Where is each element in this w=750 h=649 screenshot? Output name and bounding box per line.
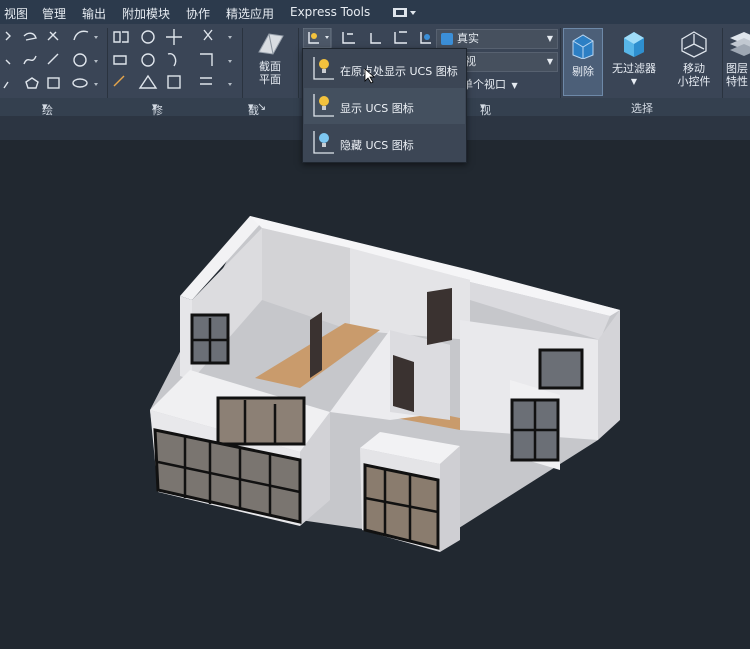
ucs-show-bulb-icon xyxy=(313,94,334,117)
menu-item-hide-ucs[interactable]: 隐藏 UCS 图标 xyxy=(304,125,465,161)
ucs-icon-menu: 在原点处显示 UCS 图标 显示 UCS 图标 隐藏 UCS 图标 xyxy=(302,48,467,163)
menu-item-label: 显示 UCS 图标 xyxy=(340,102,414,115)
menu-item-show-ucs-at-origin[interactable]: 在原点处显示 UCS 图标 xyxy=(304,51,465,87)
menu-item-label: 在原点处显示 UCS 图标 xyxy=(340,65,458,78)
menu-item-show-ucs[interactable]: 显示 UCS 图标 xyxy=(304,88,465,124)
ucs-hide-bulb-icon xyxy=(313,131,334,154)
menu-item-label: 隐藏 UCS 图标 xyxy=(340,139,414,152)
mouse-cursor-icon xyxy=(364,68,376,84)
ucs-origin-bulb-icon xyxy=(313,57,334,80)
